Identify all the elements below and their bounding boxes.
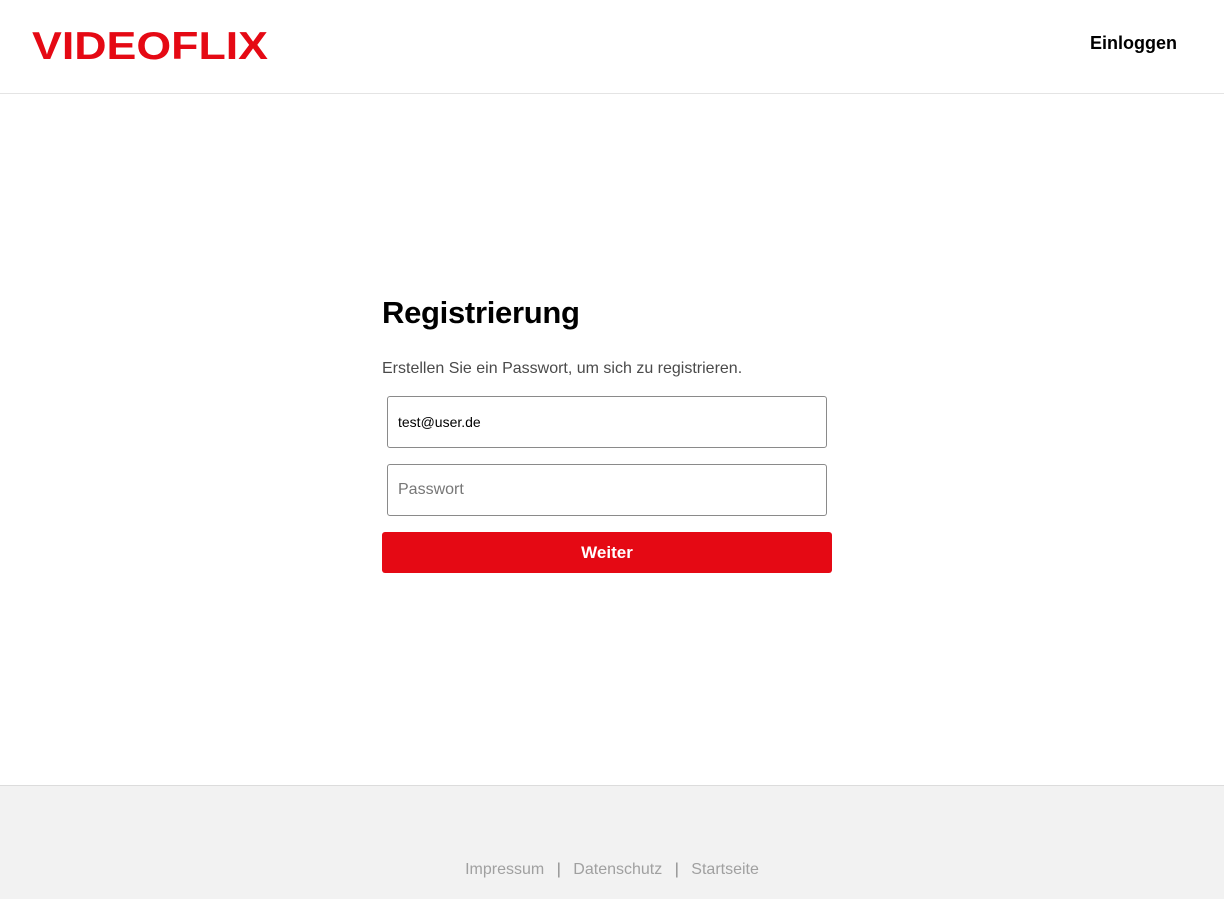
footer-link-datenschutz[interactable]: Datenschutz [573,861,662,878]
page-footer: Impressum | Datenschutz | Startseite [0,785,1224,899]
password-field[interactable] [387,464,827,516]
logo-text: VIDEOFLIX [32,26,268,62]
login-link[interactable]: Einloggen [1090,33,1177,54]
footer-separator: | [556,861,561,878]
footer-link-impressum[interactable]: Impressum [465,861,544,878]
continue-button[interactable]: Weiter [382,532,832,573]
page-title: Registrierung [382,295,580,330]
main-content: Registrierung Erstellen Sie ein Passwort… [0,94,1224,785]
footer-link-startseite[interactable]: Startseite [691,861,759,878]
registration-form: Registrierung Erstellen Sie ein Passwort… [382,294,832,573]
form-subtitle: Erstellen Sie ein Passwort, um sich zu r… [382,360,743,377]
email-field[interactable] [387,396,827,448]
footer-separator: | [674,861,679,878]
footer-links: Impressum | Datenschutz | Startseite [0,861,1224,879]
videoflix-logo[interactable]: VIDEOFLIX [32,26,268,62]
top-header: VIDEOFLIX Einloggen [0,0,1224,94]
